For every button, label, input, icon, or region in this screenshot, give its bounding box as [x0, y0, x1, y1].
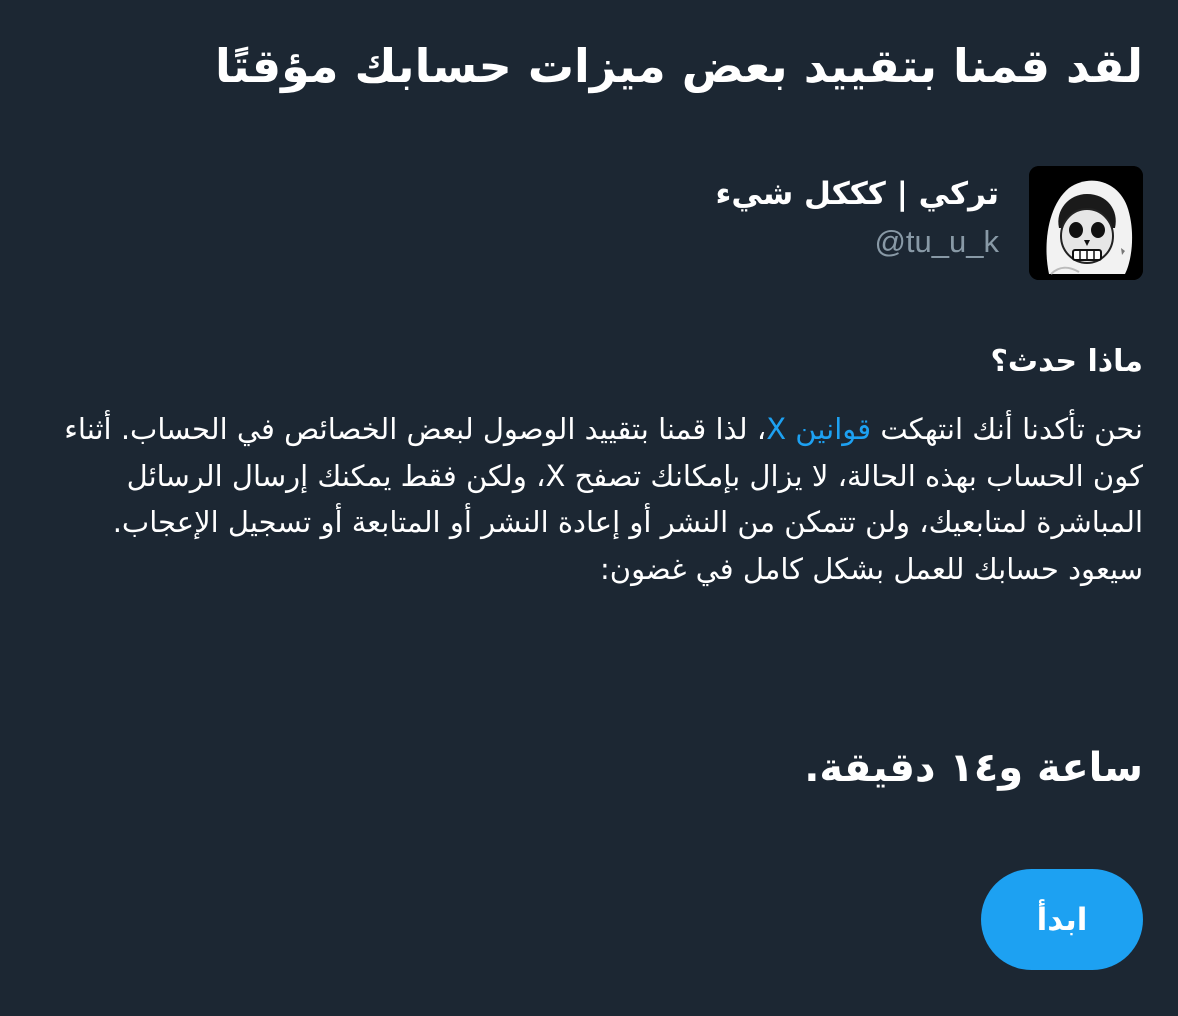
account-handle: @tu_u_k [874, 224, 999, 259]
skull-face-avatar-icon [1029, 166, 1143, 280]
avatar [1029, 166, 1143, 280]
display-name: تركي | كككل شيء [715, 176, 999, 212]
explanation-text: نحن تأكدنا أنك انتهكت قوانين X، لذا قمنا… [40, 406, 1143, 592]
restriction-countdown: ساعة و١٤ دقيقة. [804, 745, 1143, 791]
explanation-text-start: نحن تأكدنا أنك انتهكت [871, 412, 1143, 446]
start-button[interactable]: ابدأ [981, 869, 1143, 970]
section-heading: ماذا حدث؟ [990, 344, 1143, 379]
account-profile: تركي | كككل شيء @tu_u_k [716, 166, 1143, 280]
page-title: لقد قمنا بتقييد بعض ميزات حسابك مؤقتًا [214, 39, 1143, 93]
profile-text: تركي | كككل شيء @tu_u_k [716, 166, 999, 264]
rules-link[interactable]: قوانين X [766, 412, 871, 446]
